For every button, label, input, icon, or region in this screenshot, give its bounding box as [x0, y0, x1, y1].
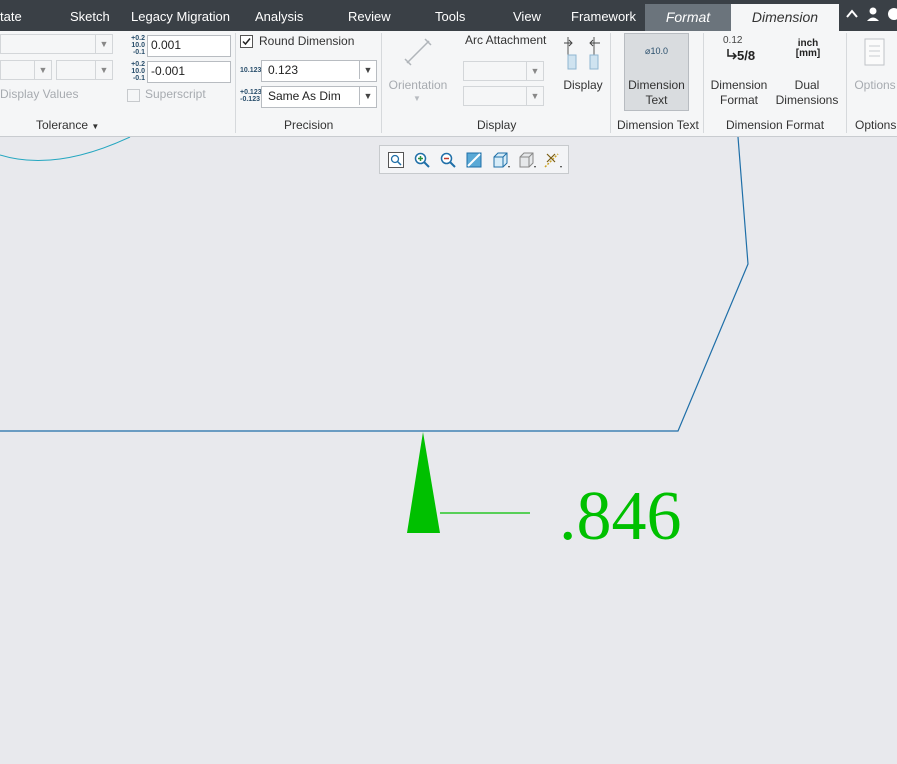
- checkmark-icon: [242, 38, 251, 46]
- group-separator: [703, 33, 704, 133]
- superscript-checkbox[interactable]: [127, 89, 140, 102]
- chevron-down-icon: ▼: [34, 61, 51, 79]
- menu-item-sketch[interactable]: Sketch: [70, 0, 110, 31]
- lower-tolerance-input[interactable]: -0.001: [147, 61, 231, 83]
- group-separator: [235, 33, 236, 133]
- dual-dimensions-icon: inch [mm]: [795, 38, 821, 59]
- graphics-canvas[interactable]: .846: [0, 137, 897, 764]
- display-style-icon[interactable]: [517, 151, 536, 169]
- tolerance-column-select[interactable]: ▼: [56, 60, 113, 80]
- decimal-places-icon: 10.123: [240, 67, 262, 74]
- round-dimension-checkbox[interactable]: [240, 35, 253, 48]
- tolerance-group-label[interactable]: Tolerance ▼: [36, 118, 99, 132]
- orientation-button[interactable]: Orientation: [386, 78, 450, 93]
- refit-icon[interactable]: [387, 151, 405, 169]
- display-arrows-icon: [564, 35, 602, 71]
- dimension-value-text[interactable]: .846: [559, 478, 682, 555]
- dimension-text-icon: ⌀10.0: [645, 46, 668, 56]
- dimension-arrowhead: [407, 432, 440, 533]
- collapse-ribbon-icon[interactable]: [843, 5, 861, 23]
- dimension-text-group-label: Dimension Text: [617, 118, 699, 132]
- menu-item-tools[interactable]: Tools: [435, 0, 465, 31]
- menu-item-view[interactable]: View: [513, 0, 541, 31]
- tolerance-decimal-select[interactable]: Same As Dim ▼: [261, 86, 377, 108]
- chevron-down-icon: ▼: [359, 87, 376, 105]
- tolerance-decimal-value: Same As Dim: [268, 89, 341, 103]
- dimension-format-label-2[interactable]: Format: [706, 93, 772, 108]
- repaint-icon[interactable]: [465, 151, 483, 169]
- chevron-down-icon: ▼: [91, 122, 100, 131]
- options-group-label: Options: [855, 118, 897, 132]
- chevron-down-icon: ▼: [95, 35, 112, 53]
- help-icon[interactable]: [884, 5, 897, 23]
- menu-item-framework[interactable]: Framework: [571, 0, 636, 31]
- lower-tolerance-icon: +0.2 10.0 -0.1: [131, 61, 145, 82]
- precision-group-label: Precision: [284, 118, 334, 132]
- upper-tolerance-icon: +0.2 10.0 -0.1: [131, 35, 145, 56]
- chevron-down-icon: ▼: [359, 61, 376, 79]
- ribbon: ▼ ▼ ▼ Display Values +0.2 10.0 -0.1 0.00…: [0, 31, 897, 137]
- tab-dimension[interactable]: Dimension: [731, 4, 839, 31]
- tolerance-decimal-icon: +0.123 -0.123: [240, 89, 262, 103]
- tolerance-table-select[interactable]: ▼: [0, 60, 52, 80]
- options-icon: [863, 38, 887, 66]
- superscript-label: Superscript: [145, 87, 206, 101]
- decimal-places-value: 0.123: [268, 63, 299, 77]
- dimension-format-icon: 0.12 5/8: [723, 35, 756, 63]
- dimension-format-label-1[interactable]: Dimension: [706, 78, 772, 93]
- dimension-text-label-2: Text: [645, 93, 668, 107]
- annotation-display-icon[interactable]: [543, 151, 562, 169]
- user-icon[interactable]: [864, 5, 882, 23]
- group-separator: [381, 33, 382, 133]
- menu-item-legacy-migration[interactable]: Legacy Migration: [131, 0, 230, 31]
- upper-tolerance-input[interactable]: 0.001: [147, 35, 231, 57]
- view-toolbar: [379, 145, 569, 174]
- tab-format[interactable]: Format: [645, 4, 731, 31]
- display-values-label: Display Values: [0, 87, 79, 101]
- decimal-places-select[interactable]: 0.123 ▼: [261, 60, 377, 82]
- display-button[interactable]: Display: [560, 78, 606, 93]
- arc-attachment-label: Arc Attachment: [465, 33, 547, 47]
- dual-dimensions-label-1[interactable]: Dual: [774, 78, 840, 93]
- menu-bar: tate Sketch Legacy Migration Analysis Re…: [0, 0, 897, 31]
- drawing-area: .846: [0, 137, 749, 555]
- menu-item-analysis[interactable]: Analysis: [255, 0, 303, 31]
- menu-item-annotate[interactable]: tate: [0, 0, 22, 31]
- dimension-format-group-label: Dimension Format: [726, 118, 825, 132]
- chevron-down-icon: ▼: [413, 94, 421, 103]
- tolerance-group-text: Tolerance: [36, 118, 89, 132]
- display-group-label: Display: [477, 118, 517, 132]
- menu-item-review[interactable]: Review: [348, 0, 391, 31]
- arc-attachment-select-1[interactable]: ▼: [463, 61, 544, 81]
- zoom-in-icon[interactable]: [413, 151, 431, 169]
- group-separator: [610, 33, 611, 133]
- dual-dimensions-label-2[interactable]: Dimensions: [774, 93, 840, 108]
- round-dimension-label: Round Dimension: [259, 34, 355, 48]
- tolerance-mode-select[interactable]: ▼: [0, 34, 113, 54]
- dimension-text-button[interactable]: ⌀10.0 Dimension Text: [624, 33, 689, 111]
- arc-geometry[interactable]: [0, 137, 131, 162]
- dimension-text-label-1: Dimension: [628, 78, 685, 92]
- group-separator: [846, 33, 847, 133]
- options-button[interactable]: Options: [853, 78, 897, 93]
- arc-attachment-select-2[interactable]: ▼: [463, 86, 544, 106]
- saved-orientations-icon[interactable]: [491, 151, 510, 169]
- zoom-out-icon[interactable]: [439, 151, 457, 169]
- orientation-icon: [402, 36, 434, 68]
- chevron-down-icon: ▼: [526, 87, 543, 105]
- chevron-down-icon: ▼: [526, 62, 543, 80]
- edge-geometry[interactable]: [0, 137, 749, 432]
- chevron-down-icon: ▼: [95, 61, 112, 79]
